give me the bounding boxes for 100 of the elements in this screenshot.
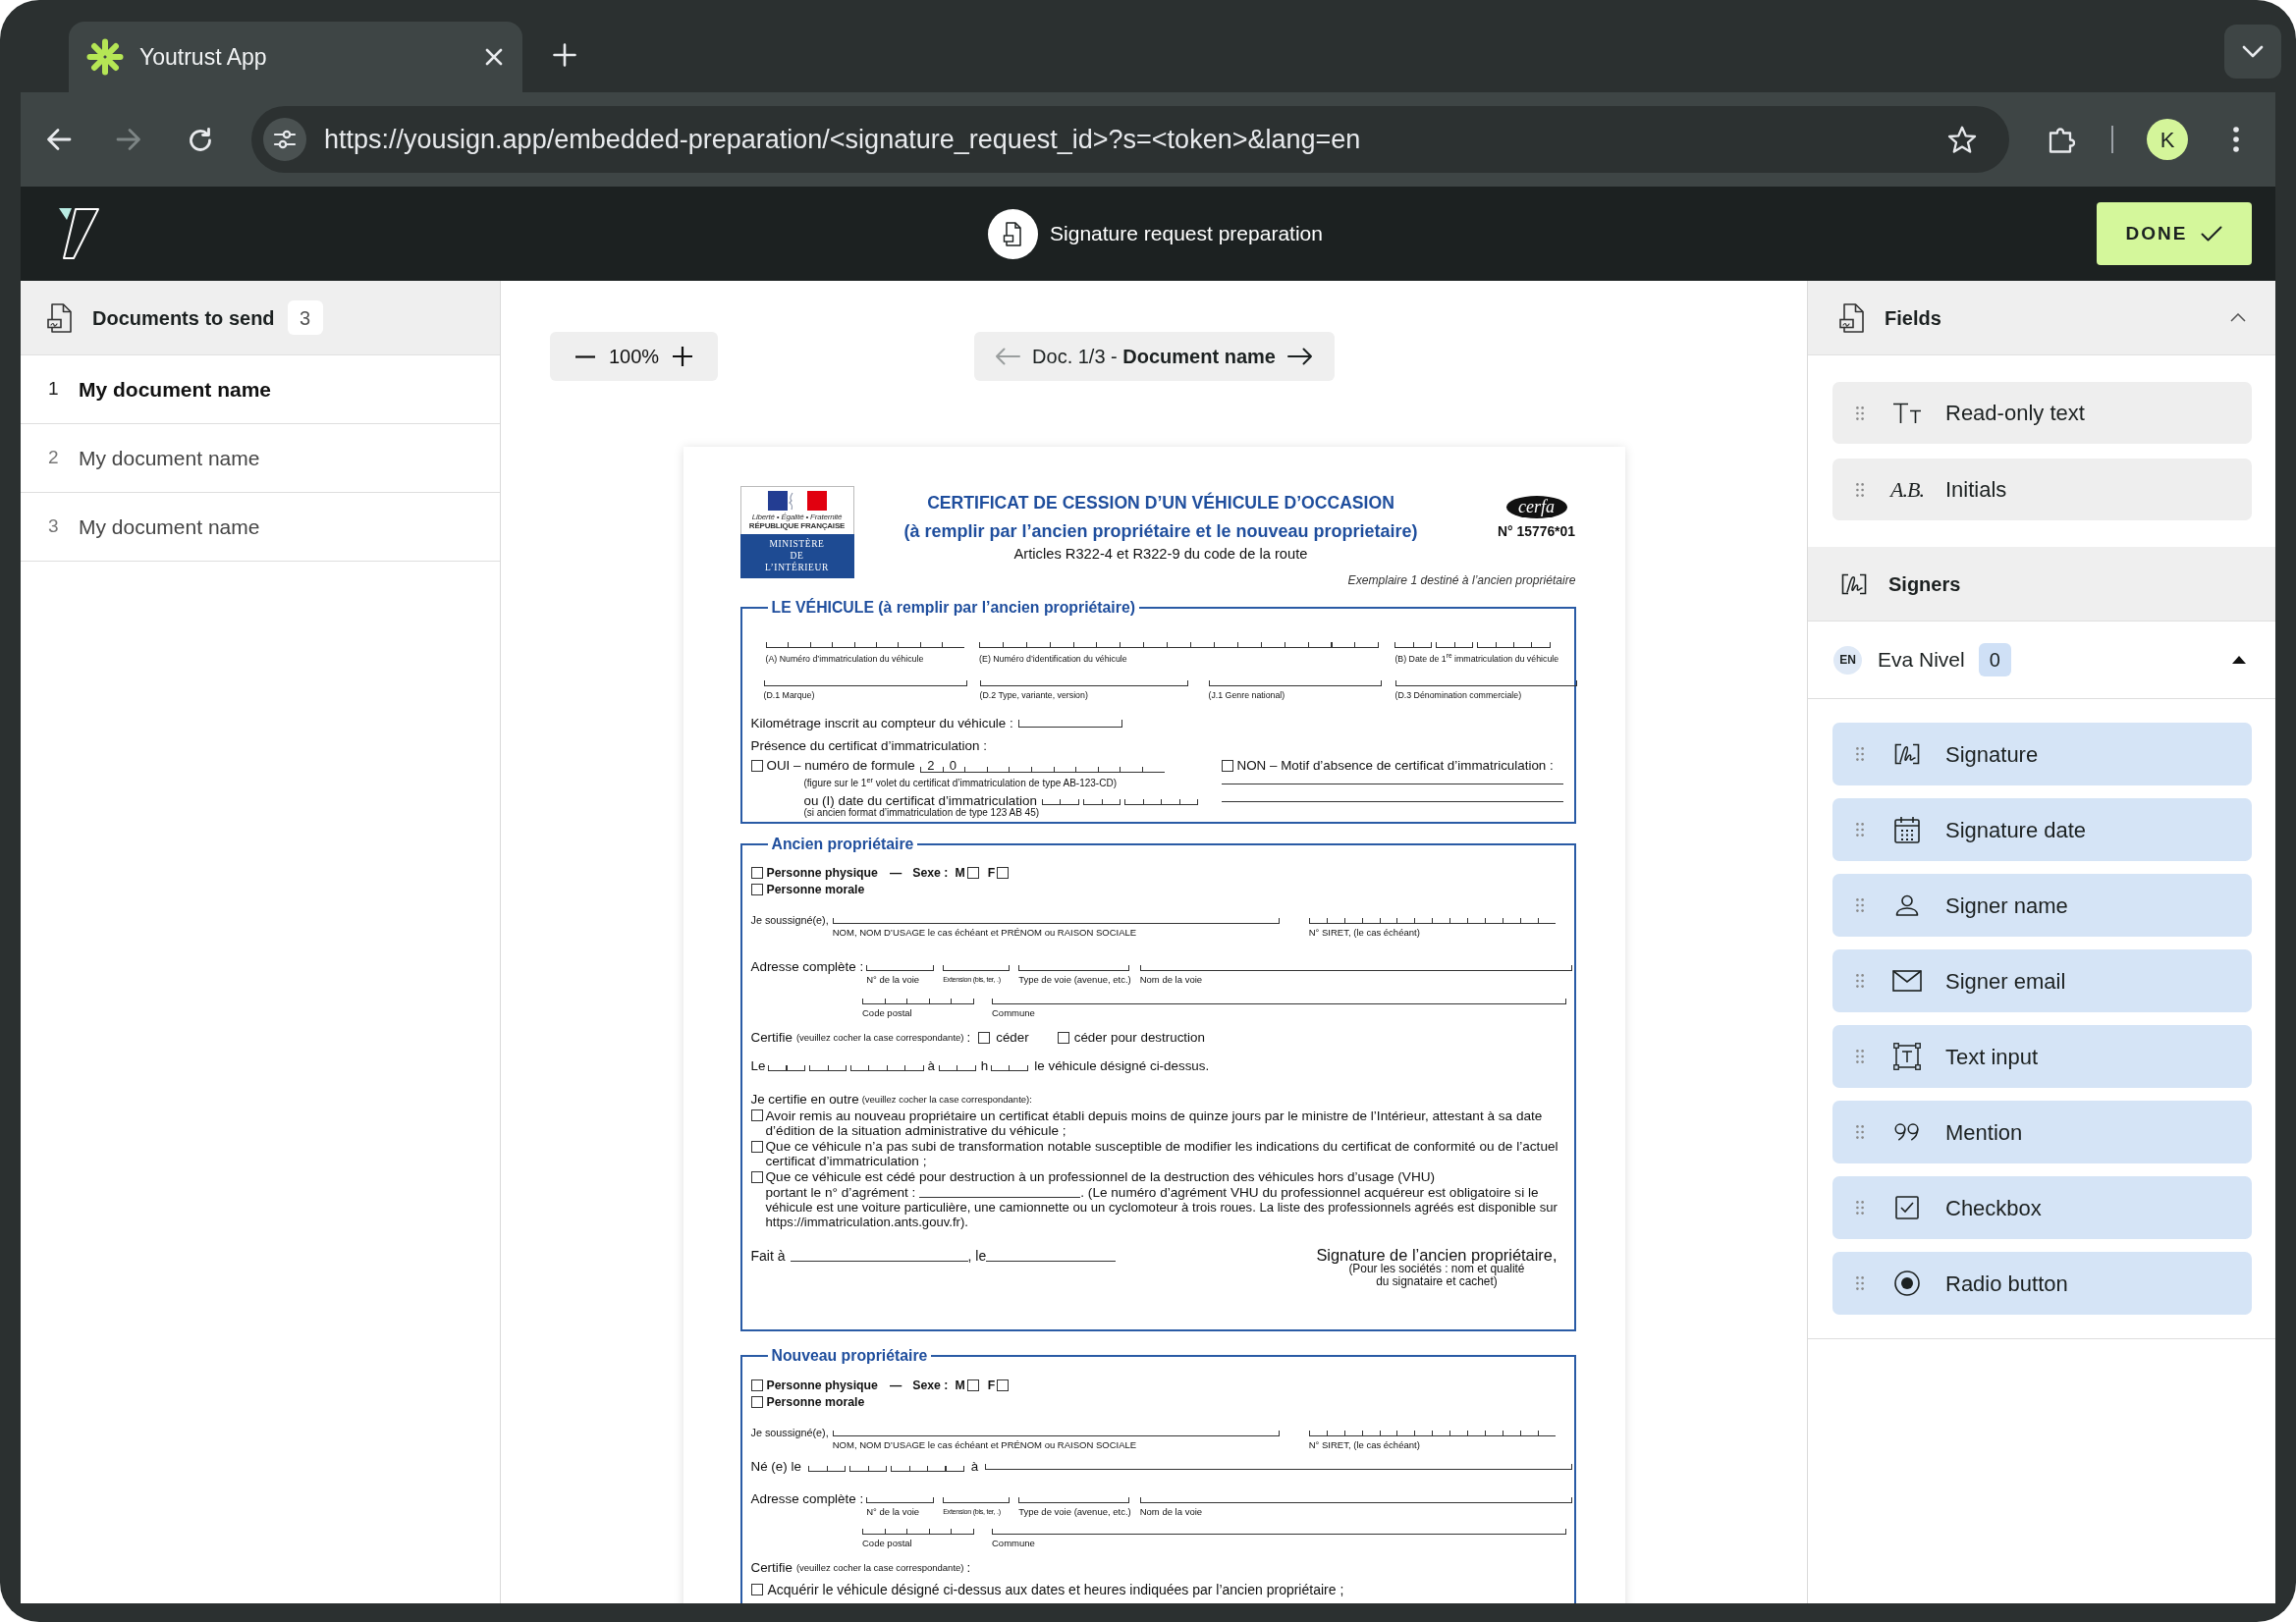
form-number: N° 15776*01 [1498, 523, 1575, 539]
field-label: Initials [1945, 476, 2007, 504]
field-item[interactable]: Signer email [1832, 949, 2252, 1012]
field-caption: Code postal [862, 1538, 913, 1548]
drag-handle-icon[interactable] [1856, 898, 1864, 912]
statement-text: portant le n° d’agrément : [765, 1184, 916, 1200]
caret-up-icon[interactable] [2232, 656, 2246, 664]
field-caption: (J.1 Genre national) [1208, 689, 1286, 700]
signature-icon [1892, 741, 1922, 767]
signer-row[interactable]: EN Eva Nivel 0 [1808, 622, 2275, 699]
form-note: (si ancien format d’immatriculation de type 123 AB 45) [803, 807, 1041, 818]
field-caption: Commune [992, 1538, 1036, 1548]
checkbox-icon [1895, 1196, 1919, 1219]
kebab-menu-icon[interactable] [2233, 127, 2239, 152]
drag-handle-icon[interactable] [1856, 1050, 1864, 1063]
field-item[interactable]: Radio button [1832, 1252, 2252, 1315]
chevron-up-icon[interactable] [2230, 313, 2246, 322]
browser-tab[interactable]: Youtrust App [69, 22, 522, 92]
field-item[interactable]: Mention [1832, 1101, 2252, 1163]
close-icon[interactable] [485, 48, 503, 66]
drag-handle-icon[interactable] [1856, 406, 1864, 420]
chevron-down-icon [2242, 45, 2264, 58]
field-label: Présence du certificat d’immatriculation : [750, 738, 987, 753]
document-item[interactable]: 2 My document name [21, 424, 500, 493]
fill-in-line [866, 1497, 935, 1503]
document-item[interactable]: 3 My document name [21, 493, 500, 562]
field-caption: (D.3 Dénomination commerciale) [1394, 689, 1523, 700]
field-label: , le [967, 1246, 987, 1265]
field-caption: Type de voie (avenue, etc.) [1018, 975, 1131, 985]
sliders-icon[interactable] [263, 118, 306, 161]
field-item[interactable]: Checkbox [1832, 1176, 2252, 1239]
form-subtitle: (à remplir par l’ancien propriétaire et le nouveau proprietaire) [903, 521, 1418, 541]
field-caption: Commune [992, 1007, 1036, 1018]
document-title: Doc. 1/3 - Document name [1032, 345, 1276, 369]
plus-icon[interactable] [673, 347, 693, 366]
option-label: M [955, 865, 965, 881]
option-label: F [987, 865, 996, 881]
field-label: Né (e) le [750, 1460, 801, 1474]
document-name: My document name [79, 514, 260, 540]
done-button[interactable]: DONE [2097, 202, 2252, 265]
field-label: Certifie [750, 1030, 793, 1046]
republic-name: RÉPUBLIQUE FRANÇAISE [748, 521, 846, 530]
field-label: à [970, 1460, 979, 1474]
panel-title: Fields [1885, 305, 1941, 331]
option-label: M [955, 1378, 965, 1393]
panel-header[interactable]: Fields [1808, 281, 2275, 355]
star-icon[interactable] [1947, 125, 1977, 154]
statement-text: Acquérir le véhicule désigné ci-dessus aux dates et heures indiquées par l’ancien propriétaire ; [767, 1582, 1345, 1597]
document-name: My document name [79, 445, 260, 471]
puzzle-icon[interactable] [2048, 126, 2075, 153]
signer-avatar: EN [1833, 645, 1862, 675]
document-count: 3 [287, 300, 323, 335]
panel-title: Documents to send [92, 305, 275, 331]
separator-dash: — [889, 1378, 902, 1393]
flag-icon [767, 491, 827, 511]
field-item[interactable]: Signer name [1832, 874, 2252, 937]
legal-reference: Articles R322-4 et R322-9 du code de la route [1013, 546, 1308, 562]
field-caption: Code postal [862, 1007, 913, 1018]
field-caption: Nom de la voie [1139, 1507, 1204, 1517]
profile-avatar[interactable]: K [2147, 119, 2188, 160]
app-logo[interactable] [59, 208, 100, 259]
section-title: Nouveau propriétaire [767, 1346, 932, 1366]
drag-handle-icon[interactable] [1856, 482, 1864, 497]
envelope-icon [1892, 970, 1922, 992]
document-item[interactable]: 1 My document name [21, 355, 500, 424]
field-caption: N° de la voie [866, 975, 921, 985]
person-icon [1895, 894, 1919, 916]
field-item[interactable]: Signature date [1832, 798, 2252, 861]
drag-handle-icon[interactable] [1856, 1201, 1864, 1215]
drag-handle-icon[interactable] [1856, 1125, 1864, 1139]
character-boxes [1082, 796, 1121, 805]
field-label: Adresse complète : [750, 960, 864, 974]
field-label: Je soussigné(e), [750, 1425, 829, 1439]
field-caption: NOM, NOM D’USAGE le cas échéant et PRÉNOM ou RAISON SOCIALE [832, 1439, 1138, 1450]
field-count: 0 [1978, 643, 2011, 676]
statement-text: . (Le numéro d’agrément VHU du professionnel acquéreur est obligatoire si le [1080, 1184, 1539, 1200]
drag-handle-icon[interactable] [1856, 974, 1864, 988]
field-item[interactable]: Read-only text [1832, 382, 2252, 444]
drag-handle-icon[interactable] [1856, 823, 1864, 837]
form-title: CERTIFICAT DE CESSION D’UN VÉHICULE D’OCCASION [927, 493, 1394, 514]
field-hint: (veuillez cocher la case correspondante): [861, 1093, 1032, 1107]
minus-icon[interactable] [574, 354, 595, 358]
tab-list-button[interactable] [2224, 25, 2281, 79]
option-label: Personne morale [766, 1394, 865, 1410]
field-label: le véhicule désigné ci-dessus. [1034, 1059, 1210, 1073]
drag-handle-icon[interactable] [1856, 1276, 1864, 1290]
drag-handle-icon[interactable] [1856, 747, 1864, 761]
field-item[interactable]: Text input [1832, 1025, 2252, 1088]
reload-icon[interactable] [188, 127, 213, 152]
field-item[interactable]: Signature [1832, 723, 2252, 785]
option-label: NON – Motif d’absence de certificat d’immatriculation : [1236, 758, 1554, 773]
arrow-right-icon[interactable] [1286, 348, 1313, 365]
field-hint: (veuillez cocher la case correspondante) [795, 1031, 964, 1045]
address-bar[interactable]: https://yousign.app/embedded-preparation/<signature_request_id>?s=<token>&lang=en [251, 106, 2009, 173]
field-label: Certifie [750, 1560, 793, 1576]
field-caption: N° SIRET, (le cas échéant) [1308, 928, 1421, 938]
section-title: LE VÉHICULE (à remplir par l’ancien propriétaire) [767, 597, 1139, 618]
text-box-icon [1893, 1043, 1921, 1070]
field-label: Signer name [1945, 892, 2068, 920]
field-item[interactable]: A.B. Initials [1832, 459, 2252, 520]
